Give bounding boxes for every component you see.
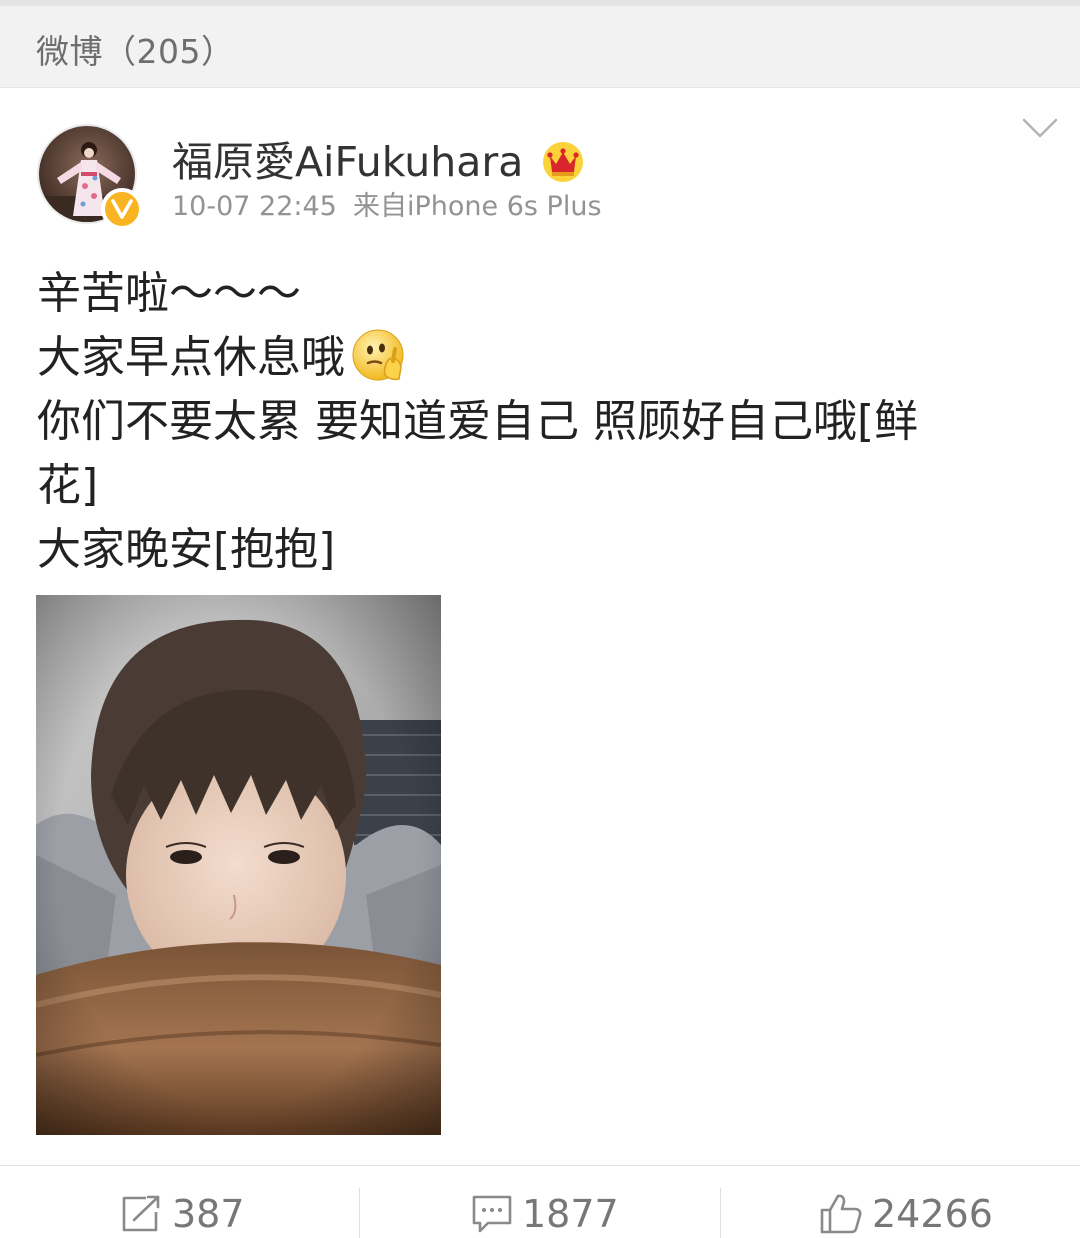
post-source: 来自iPhone 6s Plus	[353, 191, 602, 222]
post-line: 花]	[37, 460, 99, 511]
user-name[interactable]: 福原愛AiFukuhara	[172, 136, 523, 188]
divider	[359, 1188, 360, 1238]
post-time: 10-07 22:45	[172, 191, 337, 222]
section-title: 微博（205）	[36, 32, 235, 71]
repost-count: 387	[172, 1192, 245, 1236]
comment-icon	[472, 1195, 512, 1233]
thumbs-up-icon	[820, 1194, 862, 1234]
thinking-face-icon	[351, 327, 409, 385]
post-line: 辛苦啦～～～	[37, 268, 301, 319]
avatar-container[interactable]	[37, 124, 143, 230]
comment-button[interactable]: 1877	[470, 1188, 619, 1238]
post-line-text: 大家早点休息哦	[37, 332, 345, 383]
repost-icon	[122, 1195, 160, 1232]
post-line: 大家晚安[抱抱]	[37, 524, 336, 575]
divider	[720, 1188, 721, 1238]
verified-v-icon	[111, 199, 133, 219]
like-button[interactable]: 24266	[818, 1188, 993, 1238]
post-line-with-emoji: 大家早点休息哦	[37, 326, 1027, 390]
post-line: 你们不要太累 要知道爱自己 照顾好自己哦[鲜	[37, 396, 919, 447]
chevron-down-icon[interactable]	[1018, 112, 1062, 148]
weibo-screen: 微博（205） 福原愛AiFukuhara 10-07 22:45 来自iPho…	[0, 0, 1080, 1238]
like-count: 24266	[872, 1192, 993, 1236]
section-header: 微博（205）	[0, 0, 1080, 88]
comment-count: 1877	[522, 1192, 619, 1236]
verified-badge	[101, 188, 143, 230]
repost-button[interactable]: 387	[120, 1188, 245, 1238]
post-body: 辛苦啦～～～ 大家早点休息哦 你们不要太累 要知道爱自己 照顾好自己哦[鲜 花]…	[37, 262, 1027, 582]
crown-icon[interactable]	[541, 140, 585, 184]
action-bar: 387 1877 24266	[0, 1165, 1080, 1238]
post-photo[interactable]	[36, 595, 441, 1135]
